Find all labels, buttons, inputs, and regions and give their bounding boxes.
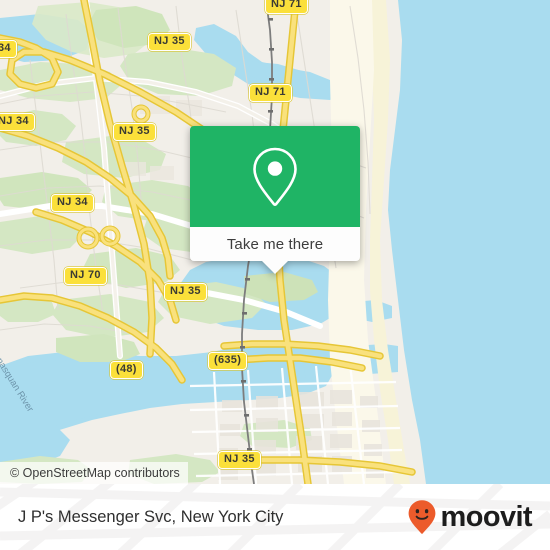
map-screenshot-root: Manasquan River NJ 35 NJ 71 NJ 71 NJ 35 … — [0, 0, 550, 550]
take-me-there-label: Take me there — [226, 235, 324, 253]
moovit-logo[interactable]: moovit — [407, 484, 533, 550]
road-shield[interactable]: NJ 71 — [265, 0, 308, 14]
place-title: J P's Messenger Svc, New York City — [18, 508, 284, 526]
road-shield[interactable]: NJ 35 — [164, 283, 207, 301]
popup-card-header — [190, 126, 360, 227]
osm-attribution[interactable]: © OpenStreetMap contributors — [0, 462, 188, 484]
road-shield[interactable]: (48) — [110, 361, 143, 379]
map-pin-icon — [253, 147, 297, 206]
road-shield[interactable]: NJ 34 — [0, 113, 35, 131]
road-shield[interactable]: NJ 70 — [64, 267, 107, 285]
location-popup-card[interactable]: Take me there — [190, 126, 360, 274]
road-shield[interactable]: NJ 35 — [113, 123, 156, 141]
road-shield[interactable]: NJ 35 — [148, 33, 191, 51]
popup-card-pointer — [262, 261, 288, 274]
road-shield[interactable]: (635) — [208, 352, 248, 370]
road-shield[interactable]: NJ 71 — [249, 84, 292, 102]
bottom-bar: J P's Messenger Svc, New York City moovi… — [0, 484, 550, 550]
road-shield[interactable]: NJ 34 — [0, 40, 17, 58]
road-shield[interactable]: NJ 34 — [51, 194, 94, 212]
moovit-pin-smiley-icon — [408, 500, 435, 534]
road-shield[interactable]: NJ 35 — [218, 451, 261, 469]
take-me-there-button[interactable]: Take me there — [190, 227, 360, 261]
moovit-wordmark: moovit — [440, 500, 533, 533]
